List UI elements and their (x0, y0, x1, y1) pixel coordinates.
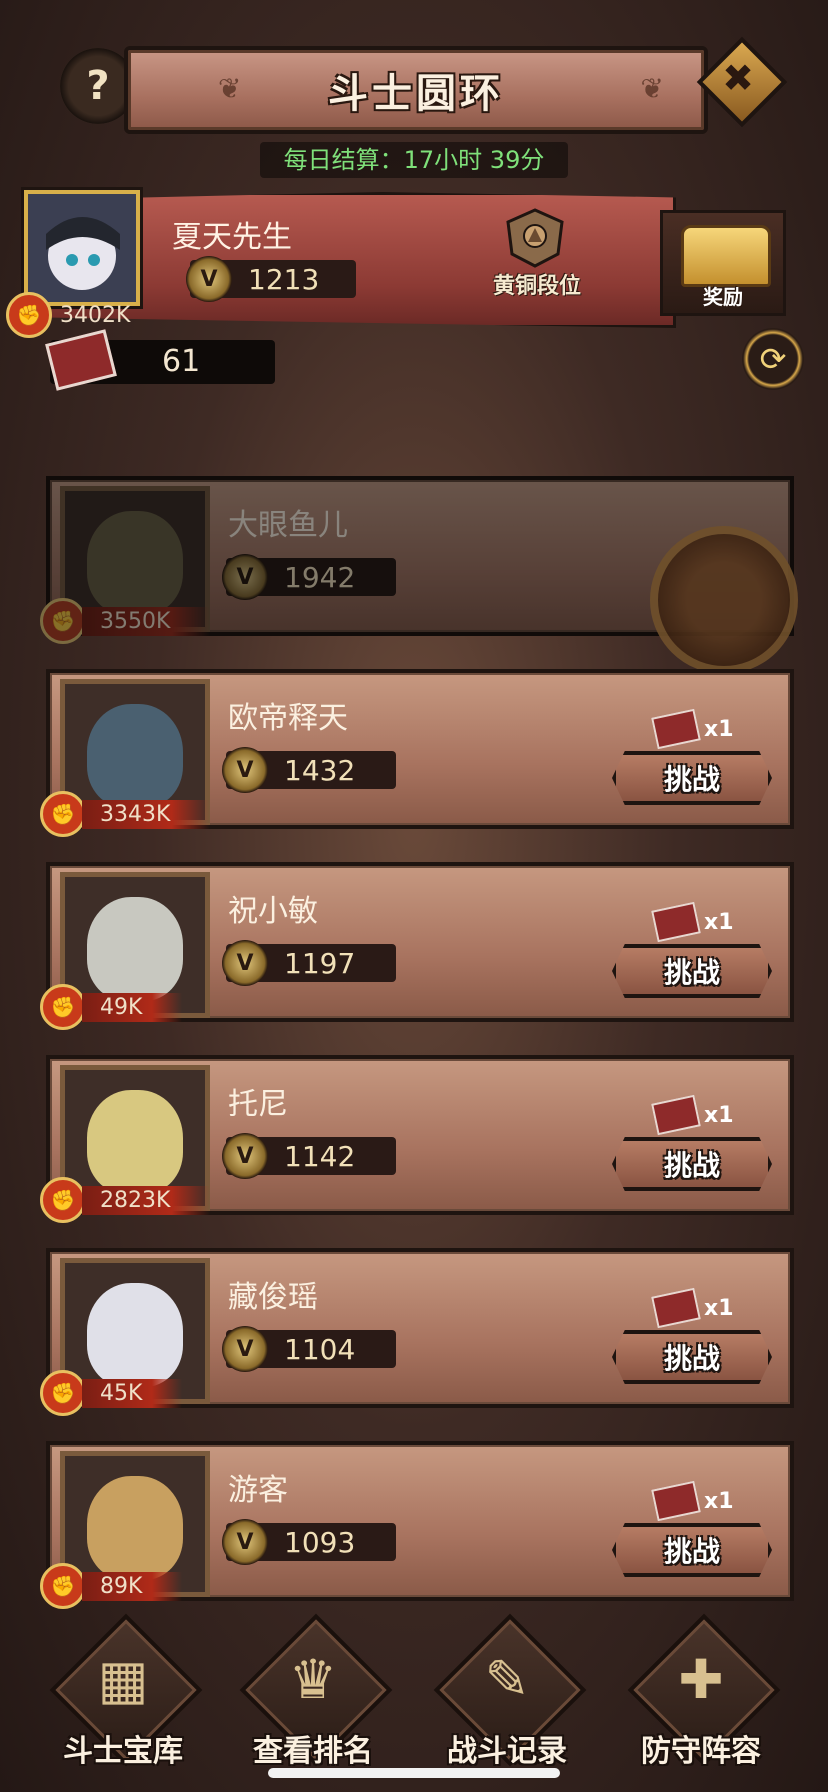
nav-defense-lineup[interactable]: ✚ 防守阵容 (616, 1613, 786, 1790)
shield-icon: ✚ (678, 1648, 724, 1711)
opponent-name: 欧帝释天 (228, 701, 348, 736)
bronze-rank-icon (506, 208, 564, 268)
right-wing-ornament: ❦ (640, 72, 664, 105)
challenge-button[interactable]: 挑战 (612, 1137, 772, 1191)
opponent-name: 祝小敏 (228, 894, 318, 929)
close-icon: ✖ (722, 56, 754, 100)
opponent-card: 托尼 V 1142 ✊ 2823K x1 挑战 (40, 1055, 794, 1223)
treasure-chest-icon (681, 225, 771, 287)
opponent-card: 藏俊瑶 V 1104 ✊ 45K x1 挑战 (40, 1248, 794, 1416)
scroll-icon: ✎ (484, 1648, 530, 1711)
ticket-cost: x1 (651, 708, 734, 750)
opponent-score: V 1197 (222, 940, 396, 986)
nav-battle-record[interactable]: ✎ 战斗记录 (422, 1613, 592, 1790)
arena-medal-icon: V (186, 256, 232, 302)
ticket-cost: x1 (651, 1287, 734, 1329)
opponent-score: V 1942 (222, 554, 396, 600)
arena-medal-icon: V (222, 747, 268, 793)
reward-button[interactable]: 奖励 (660, 210, 786, 316)
opponent-name: 大眼鱼儿 (228, 508, 348, 543)
opponent-power: ✊ 49K (40, 984, 183, 1030)
arena-medal-icon: V (222, 1519, 268, 1565)
arena-medal-icon: V (222, 940, 268, 986)
fist-icon: ✊ (6, 292, 52, 338)
player-power: ✊ 3402K (6, 292, 130, 338)
refresh-button[interactable]: ⟳ (742, 328, 804, 390)
opponent-power: ✊ 89K (40, 1563, 183, 1609)
fist-icon: ✊ (40, 984, 86, 1030)
title-banner: ❦ 斗士圆环 ❦ (124, 46, 708, 134)
rank-label: 黄铜段位 (492, 274, 581, 299)
opponent-power: ✊ 3550K (40, 598, 211, 644)
left-wing-ornament: ❦ (218, 72, 242, 105)
opponent-card: 祝小敏 V 1197 ✊ 49K x1 挑战 (40, 862, 794, 1030)
nav-fighter-vault[interactable]: ▦ 斗士宝库 (38, 1613, 208, 1790)
ticket-icon (45, 329, 117, 391)
arena-medal-icon: V (222, 1133, 268, 1179)
player-avatar[interactable] (24, 190, 140, 306)
page-title: 斗士圆环 (328, 71, 504, 117)
ticket-cost: x1 (651, 1094, 734, 1136)
help-icon: ? (86, 63, 110, 109)
opponent-power: ✊ 45K (40, 1370, 183, 1416)
trophy-icon: ♛ (288, 1648, 338, 1711)
ticket-icon (651, 1094, 701, 1136)
fist-icon: ✊ (40, 598, 86, 644)
fist-icon: ✊ (40, 791, 86, 837)
opponent-score: V 1093 (222, 1519, 396, 1565)
challenge-ticket-count: 61 (45, 329, 275, 391)
opponent-name: 托尼 (228, 1087, 288, 1122)
opponent-name: 藏俊瑶 (228, 1280, 318, 1315)
challenge-button[interactable]: 挑战 (612, 1523, 772, 1577)
treasure-chest-icon: ▦ (97, 1648, 149, 1711)
fist-icon: ✊ (40, 1563, 86, 1609)
arena-medal-icon: V (222, 1326, 268, 1372)
opponent-score: V 1432 (222, 747, 396, 793)
challenge-button[interactable]: 挑战 (612, 1330, 772, 1384)
challenge-button[interactable]: 挑战 (612, 751, 772, 805)
defeated-seal-icon (650, 526, 798, 674)
close-button[interactable]: ✖ (696, 36, 788, 128)
ticket-cost: x1 (651, 1480, 734, 1522)
ticket-icon (651, 708, 701, 750)
opponent-power: ✊ 2823K (40, 1177, 211, 1223)
refresh-icon: ⟳ (759, 340, 787, 378)
ticket-icon (651, 1287, 701, 1329)
opponent-score: V 1142 (222, 1133, 396, 1179)
nav-view-ranking[interactable]: ♛ 查看排名 (228, 1613, 398, 1790)
opponent-power: ✊ 3343K (40, 791, 211, 837)
ticket-icon (651, 1480, 701, 1522)
opponent-card: 欧帝释天 V 1432 ✊ 3343K x1 挑战 (40, 669, 794, 837)
player-score: V 1213 (186, 256, 356, 302)
home-indicator[interactable] (268, 1768, 560, 1778)
arena-medal-icon: V (222, 554, 268, 600)
opponent-card: 游客 V 1093 ✊ 89K x1 挑战 (40, 1441, 794, 1609)
opponent-card: 大眼鱼儿 V 1942 ✊ 3550K (40, 476, 798, 674)
fist-icon: ✊ (40, 1177, 86, 1223)
daily-settlement-timer: 每日结算：17小时 39分 (0, 140, 828, 178)
opponent-name: 游客 (228, 1473, 288, 1508)
player-name: 夏天先生 (172, 220, 292, 255)
ticket-cost: x1 (651, 901, 734, 943)
fist-icon: ✊ (40, 1370, 86, 1416)
opponent-score: V 1104 (222, 1326, 396, 1372)
ticket-icon (651, 901, 701, 943)
challenge-button[interactable]: 挑战 (612, 944, 772, 998)
